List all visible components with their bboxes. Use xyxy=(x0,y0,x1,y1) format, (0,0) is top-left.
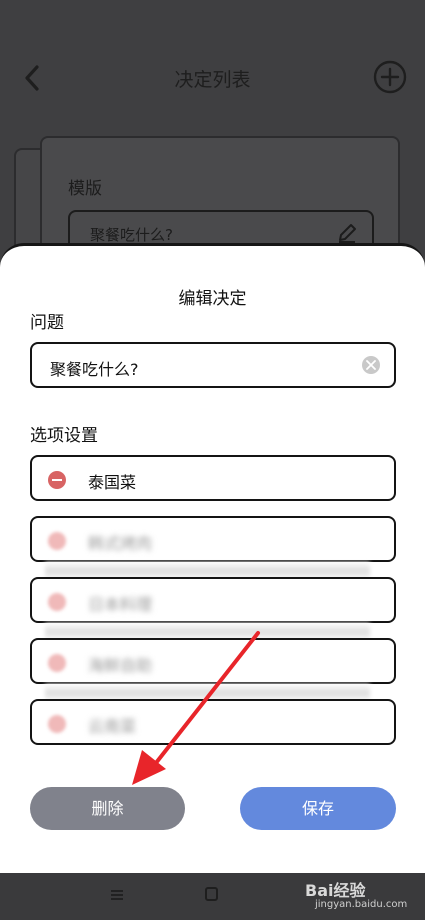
watermark-url: jingyan.baidu.com xyxy=(315,899,408,910)
screen: 决定列表 模版 聚餐吃什么? 编辑决定 问题 聚餐吃什么? 选项设置 泰国菜 韩… xyxy=(0,0,425,920)
menu-icon[interactable] xyxy=(110,889,124,901)
system-nav-bar: Bai经验 jingyan.baidu.com xyxy=(0,873,425,920)
watermark-logo: Bai经验 xyxy=(305,881,366,900)
home-icon[interactable] xyxy=(205,887,218,901)
annotation-arrow xyxy=(132,631,260,785)
